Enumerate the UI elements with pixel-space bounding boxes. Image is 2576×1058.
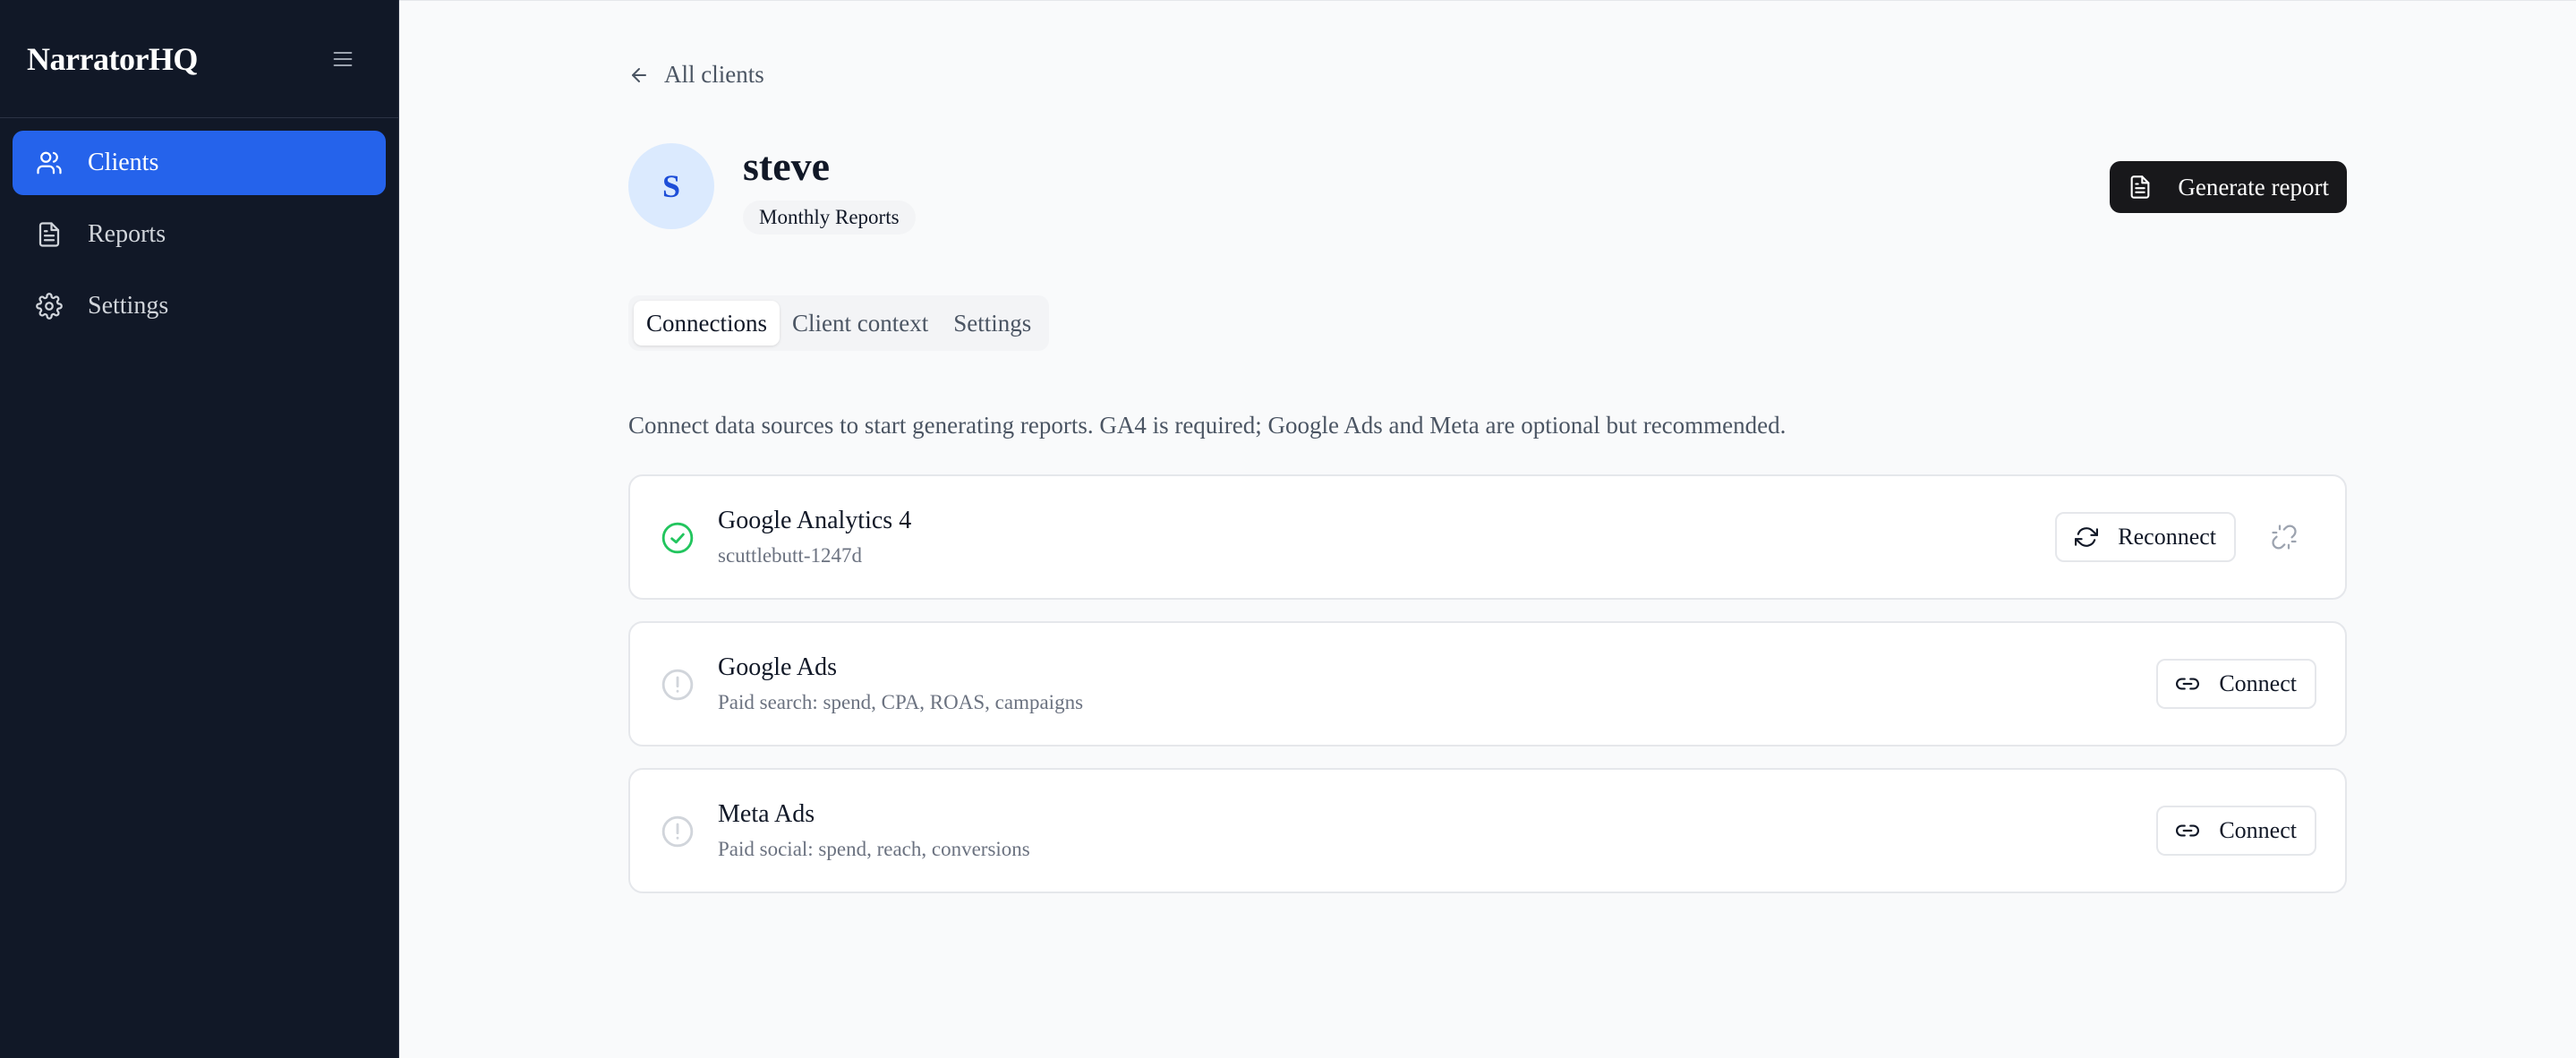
page-title: steve <box>743 143 831 189</box>
document-icon <box>36 221 63 248</box>
alert-circle-icon <box>661 668 695 702</box>
sidebar-item-label: Settings <box>88 292 169 320</box>
sidebar-nav: Clients Reports Settings <box>0 118 398 358</box>
connection-subtitle: Paid search: spend, CPA, ROAS, campaigns <box>718 691 1084 713</box>
gear-icon <box>36 293 63 320</box>
generate-report-button[interactable]: Generate report <box>2110 161 2347 213</box>
sidebar-item-label: Clients <box>88 149 159 176</box>
alert-circle-icon <box>661 815 695 849</box>
tab-connections[interactable]: Connections <box>634 301 780 346</box>
sidebar: NarratorHQ Clients Reports Settings <box>0 0 399 1058</box>
connect-google-ads-button[interactable]: Connect <box>2156 659 2316 709</box>
back-link-label: All clients <box>664 61 764 88</box>
connection-title: Meta Ads <box>718 800 815 828</box>
tab-settings[interactable]: Settings <box>941 301 1044 346</box>
sidebar-item-clients[interactable]: Clients <box>13 131 386 195</box>
connect-meta-ads-button[interactable]: Connect <box>2156 806 2316 856</box>
menu-icon[interactable] <box>328 45 357 73</box>
connect-label: Connect <box>2219 817 2297 843</box>
reconnect-button[interactable]: Reconnect <box>2055 512 2236 562</box>
connection-subtitle: Paid social: spend, reach, conversions <box>718 838 1030 860</box>
unlink-icon[interactable] <box>2266 519 2302 555</box>
users-icon <box>36 149 63 176</box>
connect-label: Connect <box>2219 670 2297 696</box>
connection-card-ga4: Google Analytics 4 scuttlebutt-1247d Rec… <box>628 474 2347 600</box>
connection-title: Google Ads <box>718 653 837 681</box>
connection-title: Google Analytics 4 <box>718 507 912 534</box>
link-icon <box>2176 818 2201 843</box>
arrow-left-icon <box>628 64 652 87</box>
refresh-icon <box>2075 525 2100 550</box>
brand-logo: NarratorHQ <box>27 40 198 77</box>
avatar: S <box>628 143 714 229</box>
sidebar-item-settings[interactable]: Settings <box>13 274 386 338</box>
connection-card-google-ads: Google Ads Paid search: spend, CPA, ROAS… <box>628 621 2347 747</box>
document-icon <box>2128 174 2154 201</box>
client-header: S steve Monthly Reports Generate report <box>628 143 2347 235</box>
connection-card-meta-ads: Meta Ads Paid social: spend, reach, conv… <box>628 768 2347 893</box>
tab-client-context[interactable]: Client context <box>780 301 941 346</box>
sidebar-item-reports[interactable]: Reports <box>13 202 386 267</box>
sidebar-item-label: Reports <box>88 220 166 248</box>
generate-report-label: Generate report <box>2178 173 2329 201</box>
connections-list: Google Analytics 4 scuttlebutt-1247d Rec… <box>628 474 2347 915</box>
connections-intro-text: Connect data sources to start generating… <box>628 412 1787 439</box>
sidebar-header: NarratorHQ <box>0 0 398 118</box>
back-to-clients-link[interactable]: All clients <box>628 61 764 89</box>
top-border <box>399 0 2576 1</box>
check-circle-icon <box>661 521 695 555</box>
schedule-badge: Monthly Reports <box>743 201 916 235</box>
reconnect-label: Reconnect <box>2118 524 2216 550</box>
link-icon <box>2176 671 2201 696</box>
connection-subtitle: scuttlebutt-1247d <box>718 544 862 567</box>
tab-bar: Connections Client context Settings <box>628 295 1050 351</box>
